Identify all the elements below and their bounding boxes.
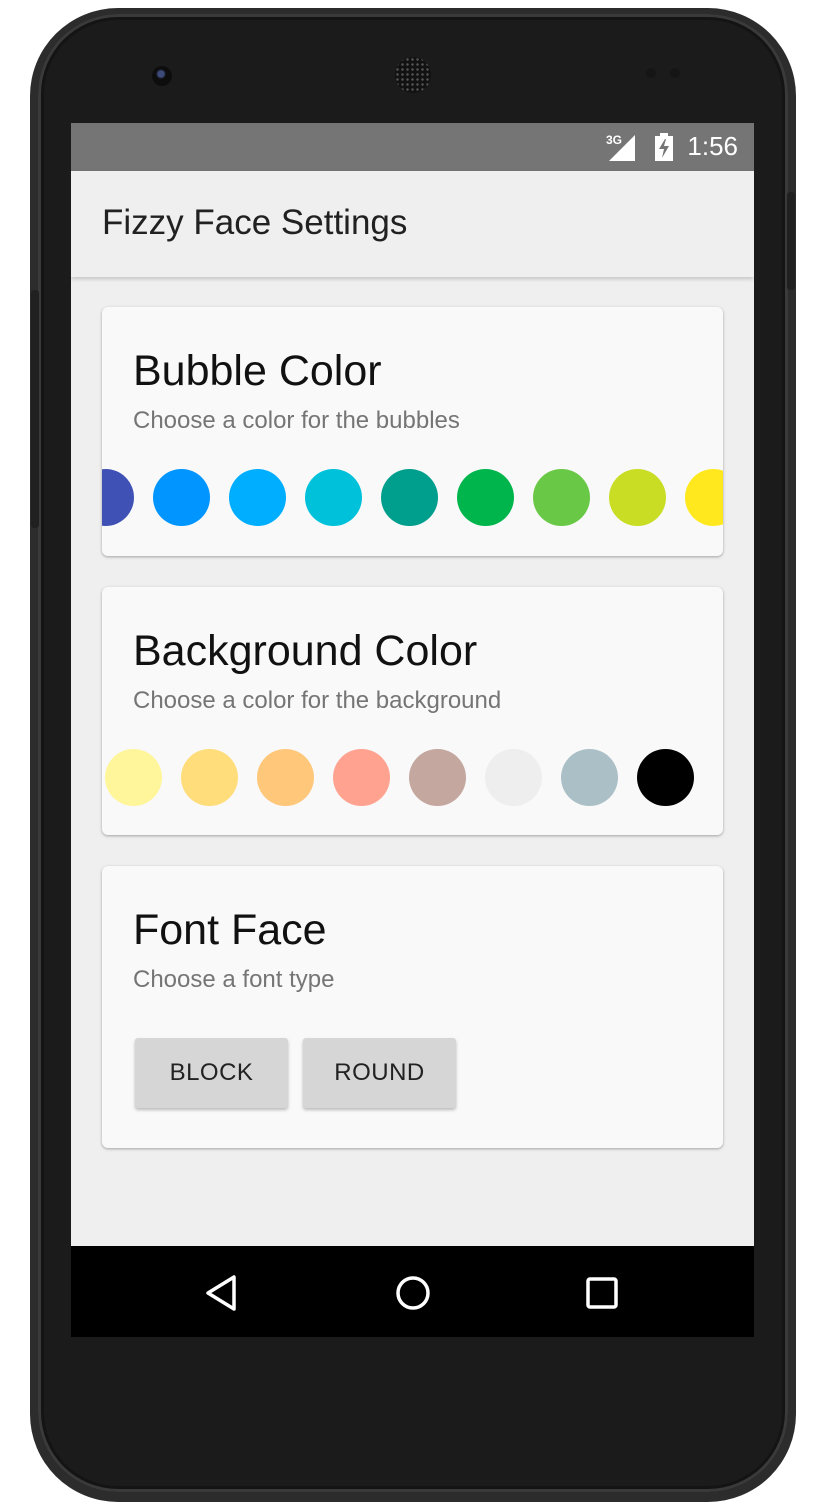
light-sensor xyxy=(670,68,680,78)
recents-icon[interactable] xyxy=(582,1273,622,1313)
front-camera xyxy=(152,66,172,86)
bubble-color-swatch[interactable] xyxy=(381,469,438,526)
background-color-swatch[interactable] xyxy=(333,749,390,806)
font-face-card: Font Face Choose a font type BLOCK ROUND xyxy=(102,866,723,1148)
earpiece-speaker xyxy=(395,57,431,93)
navigation-bar xyxy=(71,1246,754,1337)
app-bar: Fizzy Face Settings xyxy=(71,171,754,277)
bubble-color-title: Bubble Color xyxy=(133,347,382,395)
home-icon[interactable] xyxy=(393,1273,433,1313)
phone-side-button-left xyxy=(31,290,39,528)
phone-side-button-right xyxy=(787,192,795,290)
background-color-swatches xyxy=(102,749,723,809)
background-color-swatch[interactable] xyxy=(561,749,618,806)
background-color-card: Background Color Choose a color for the … xyxy=(102,587,723,835)
background-color-swatch[interactable] xyxy=(181,749,238,806)
back-icon[interactable] xyxy=(202,1273,242,1313)
bubble-color-swatch[interactable] xyxy=(305,469,362,526)
background-color-subtitle: Choose a color for the background xyxy=(133,687,502,714)
status-time: 1:56 xyxy=(687,131,738,161)
proximity-sensor xyxy=(646,68,656,78)
bubble-color-swatch[interactable] xyxy=(229,469,286,526)
background-color-swatch[interactable] xyxy=(485,749,542,806)
background-color-swatch[interactable] xyxy=(257,749,314,806)
bubble-color-swatch[interactable] xyxy=(609,469,666,526)
battery-charging-icon xyxy=(655,133,673,161)
background-color-title: Background Color xyxy=(133,627,478,675)
bubble-color-swatch[interactable] xyxy=(533,469,590,526)
font-face-title: Font Face xyxy=(133,906,327,954)
bubble-color-card: Bubble Color Choose a color for the bubb… xyxy=(102,307,723,556)
bubble-color-swatches xyxy=(102,469,723,529)
background-color-swatch[interactable] xyxy=(105,749,162,806)
font-face-subtitle: Choose a font type xyxy=(133,966,335,993)
background-color-swatch[interactable] xyxy=(409,749,466,806)
signal-icon xyxy=(609,135,635,161)
background-color-swatch[interactable] xyxy=(637,749,694,806)
app-title: Fizzy Face Settings xyxy=(102,203,408,242)
block-font-button[interactable]: BLOCK xyxy=(135,1038,288,1108)
bubble-color-subtitle: Choose a color for the bubbles xyxy=(133,407,460,434)
screen: 3G 1:56 Fizzy Face Settings Bubble Color… xyxy=(71,123,754,1337)
bubble-color-swatch[interactable] xyxy=(457,469,514,526)
bubble-color-swatch[interactable] xyxy=(685,469,723,526)
status-bar: 3G 1:56 xyxy=(71,123,754,171)
bubble-color-swatch[interactable] xyxy=(102,469,134,526)
round-font-button[interactable]: ROUND xyxy=(303,1038,456,1108)
bubble-color-swatch[interactable] xyxy=(153,469,210,526)
